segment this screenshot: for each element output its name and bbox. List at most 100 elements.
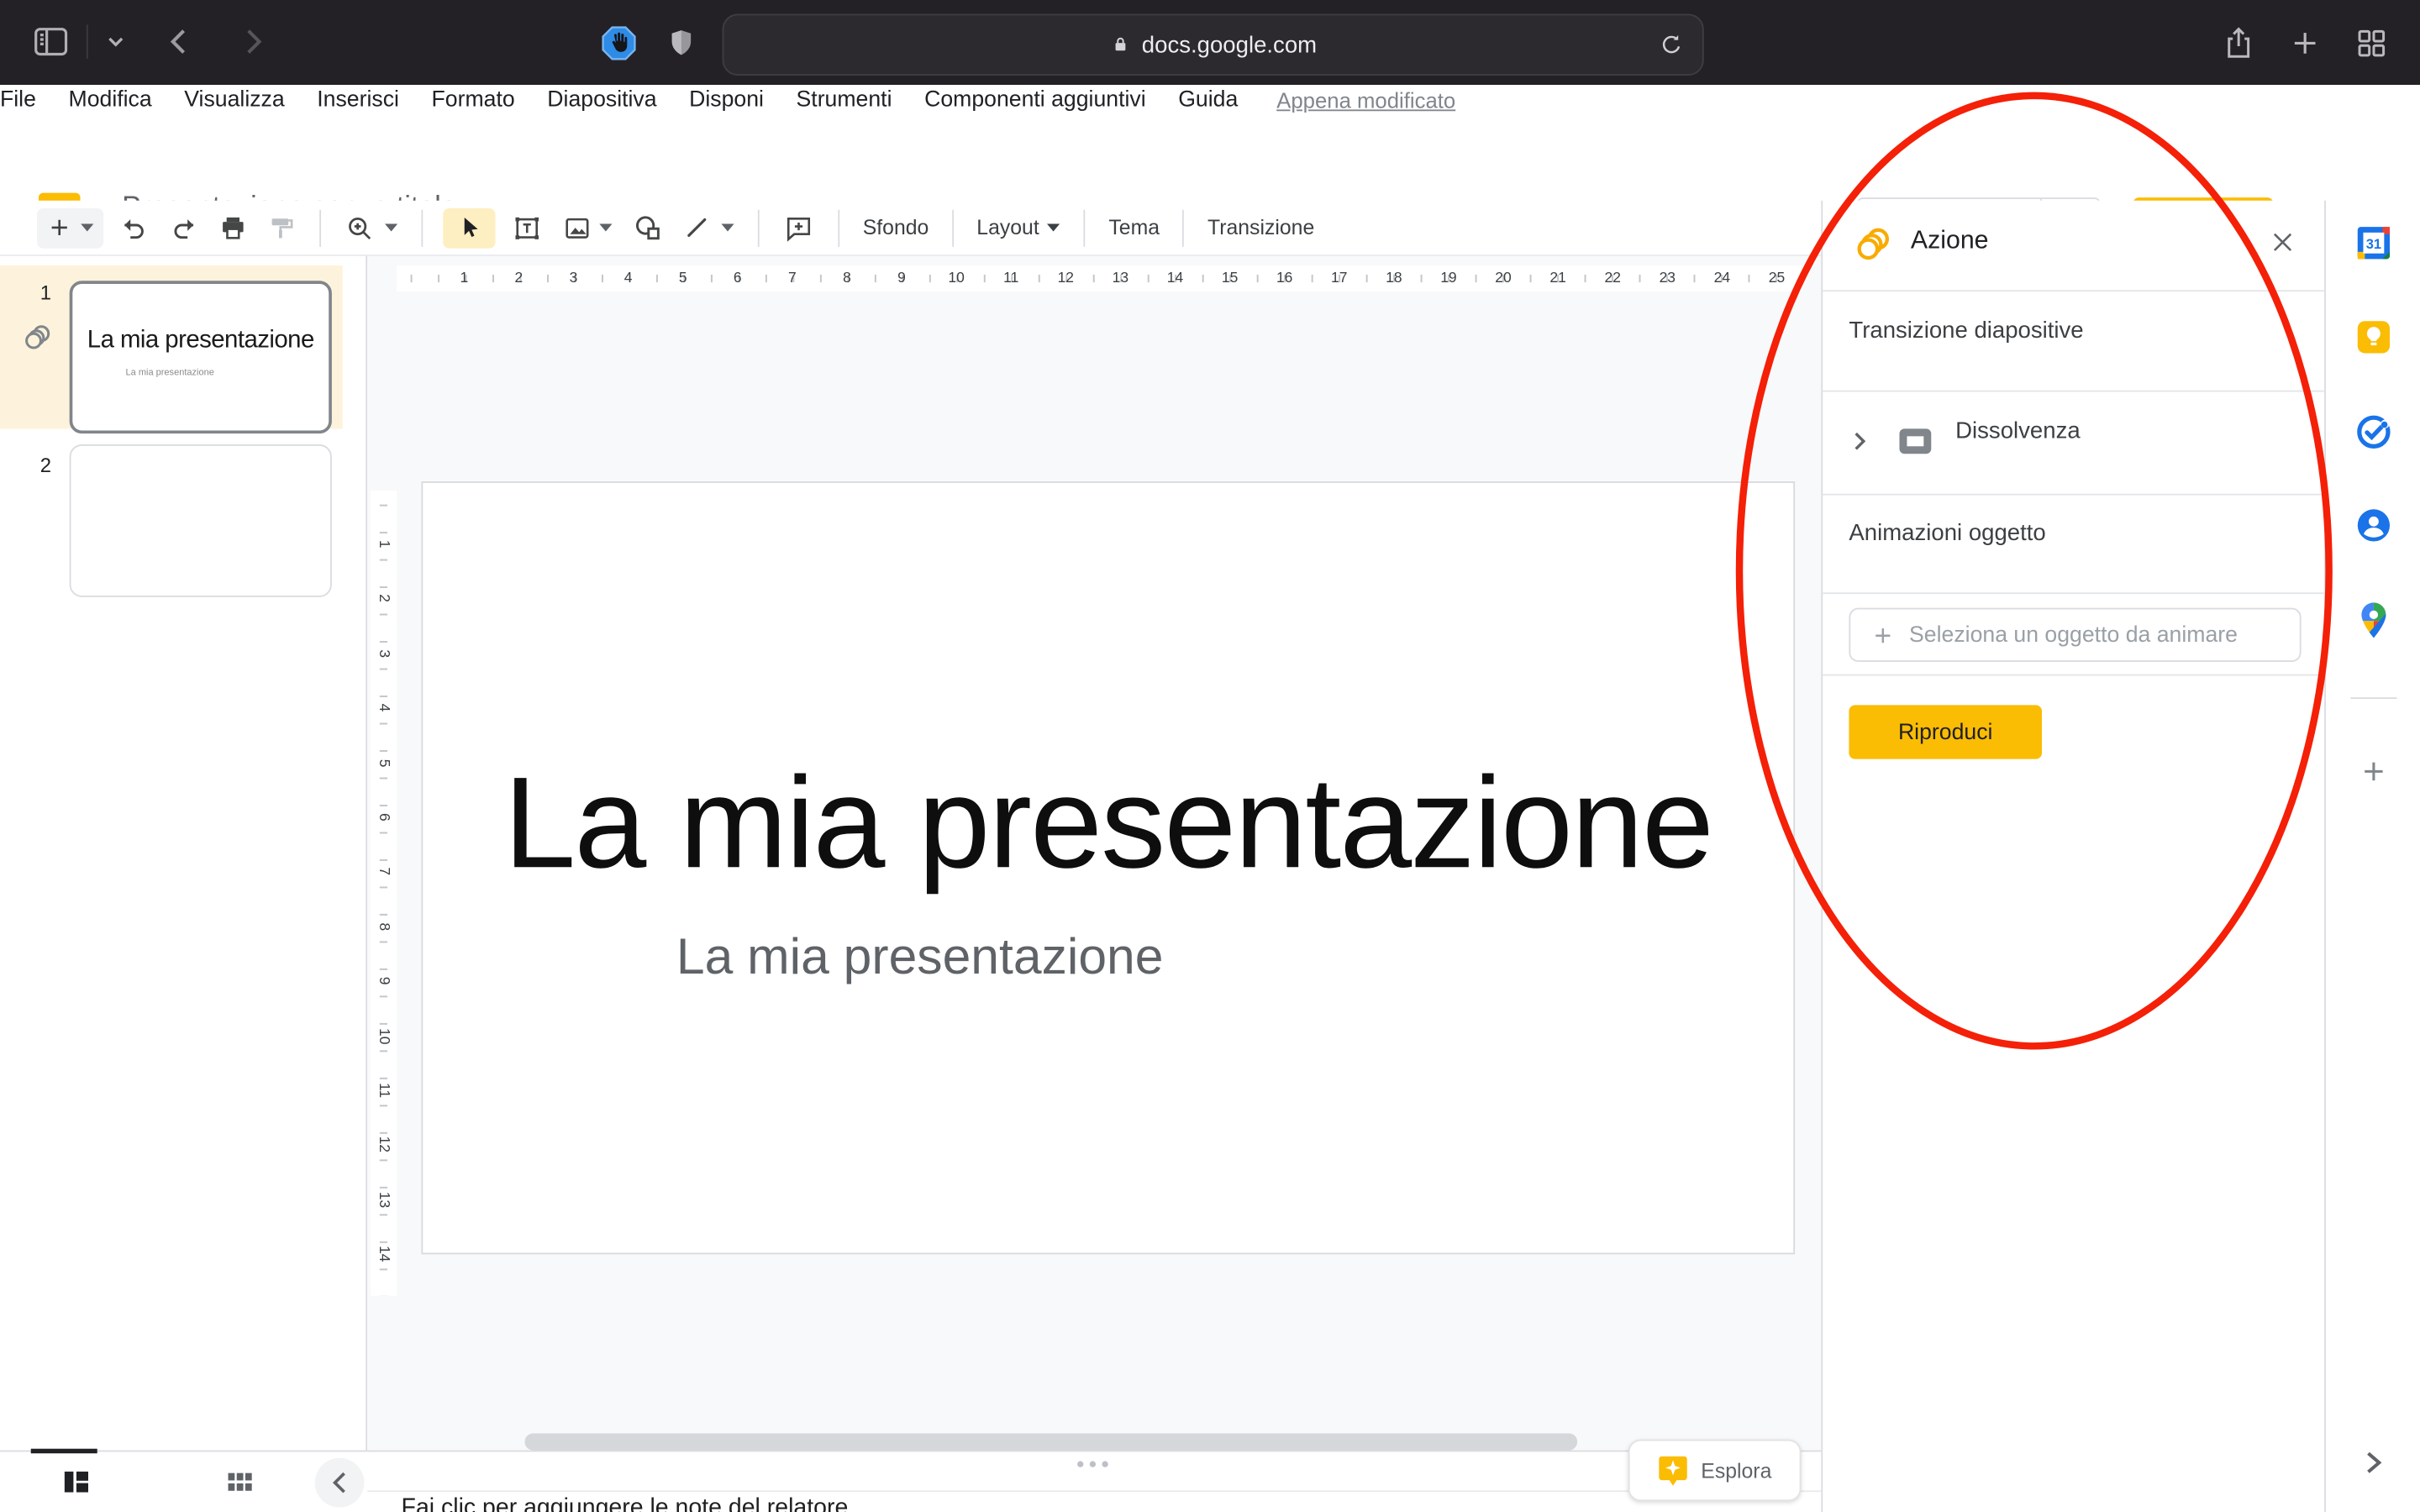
- expand-panel-icon[interactable]: [2365, 1451, 2381, 1475]
- image-icon[interactable]: [559, 207, 596, 248]
- ruler-number: 5: [356, 749, 411, 775]
- line-icon[interactable]: [679, 207, 714, 248]
- line-dropdown[interactable]: [718, 207, 738, 248]
- ruler-number: 12: [1039, 265, 1093, 291]
- filmstrip-view-icon[interactable]: [59, 1464, 94, 1499]
- slide-row-selected[interactable]: 1 La mia presentazione La mia presentazi…: [0, 265, 343, 429]
- active-view-indicator: [31, 1449, 97, 1454]
- transition-value[interactable]: Dissolvenza: [1955, 418, 2081, 444]
- theme-button[interactable]: Tema: [1099, 216, 1169, 239]
- menu-modifica[interactable]: Modifica: [69, 88, 152, 113]
- ruler-number: 4: [356, 695, 411, 721]
- horizontal-scrollbar[interactable]: [524, 1433, 1577, 1450]
- last-modified-link[interactable]: Appena modificato: [1276, 88, 1455, 113]
- select-tool-icon[interactable]: [443, 207, 495, 248]
- undo-icon[interactable]: [116, 207, 153, 248]
- menu-componenti-aggiuntivi[interactable]: Componenti aggiuntivi: [924, 88, 1146, 113]
- explore-button[interactable]: Esplora: [1628, 1440, 1802, 1501]
- address-bar[interactable]: docs.google.com: [723, 14, 1704, 76]
- toolbar: Sfondo Layout Tema Transizione: [0, 201, 1821, 256]
- ruler-number: 20: [1476, 265, 1530, 291]
- ruler-number: 12: [356, 1131, 411, 1158]
- notes-resize-handle[interactable]: [1077, 1461, 1108, 1467]
- tasks-icon[interactable]: [2353, 412, 2393, 452]
- horizontal-ruler: 1234567891011121314151617181920212223242…: [397, 265, 1802, 291]
- application-window: docs.google.com Presentazione senza tito…: [0, 0, 2420, 1512]
- collapse-filmstrip-button[interactable]: [315, 1458, 365, 1508]
- sidebar-toggle-icon[interactable]: [31, 22, 71, 62]
- play-label: Riproduci: [1898, 720, 1993, 744]
- background-button[interactable]: Sfondo: [854, 216, 939, 239]
- transition-slide-icon[interactable]: [1896, 421, 1936, 461]
- calendar-icon[interactable]: 31: [2354, 223, 2392, 262]
- close-icon[interactable]: [2269, 228, 2296, 256]
- ruler-number: 15: [1202, 265, 1257, 291]
- reload-icon[interactable]: [1658, 31, 1686, 59]
- transition-button[interactable]: Transizione: [1198, 216, 1323, 239]
- ruler-number: 18: [1366, 265, 1421, 291]
- add-comment-icon[interactable]: [780, 207, 818, 248]
- ruler-number: 4: [601, 265, 655, 291]
- forward-icon[interactable]: [236, 22, 270, 62]
- animations-section-label: Animazioni oggetto: [1849, 520, 2045, 546]
- panel-title: Azione: [1911, 227, 1989, 256]
- image-dropdown[interactable]: [596, 207, 616, 248]
- menu-file[interactable]: File: [0, 88, 36, 113]
- print-icon[interactable]: [214, 207, 251, 248]
- ruler-number: 16: [1257, 265, 1312, 291]
- animation-indicator-icon[interactable]: [22, 321, 55, 354]
- thumb-title: La mia presentazione: [72, 327, 329, 354]
- menu-inserisci[interactable]: Inserisci: [317, 88, 399, 113]
- ruler-number: 2: [492, 265, 546, 291]
- tab-overview-icon[interactable]: [2354, 24, 2389, 64]
- select-object-button[interactable]: Seleziona un oggetto da animare: [1849, 608, 2301, 662]
- side-apps-rail: 31: [2324, 201, 2420, 1512]
- explore-icon: [1658, 1453, 1689, 1487]
- slide-subtitle-text[interactable]: La mia presentazione: [423, 927, 1417, 986]
- shape-icon[interactable]: [629, 207, 667, 248]
- menu-strumenti[interactable]: Strumenti: [797, 88, 892, 113]
- slide-thumbnail-2[interactable]: [70, 444, 332, 597]
- ruler-number: 8: [356, 913, 411, 939]
- shield-icon[interactable]: [666, 24, 698, 61]
- ruler-number: 21: [1531, 265, 1586, 291]
- ruler-number: 7: [356, 858, 411, 885]
- ruler-number: 11: [984, 265, 1039, 291]
- slide-title-text[interactable]: La mia presentazione: [423, 758, 1793, 887]
- chevron-right-icon[interactable]: [1844, 426, 1876, 457]
- paint-format-icon[interactable]: [264, 207, 299, 248]
- layout-button[interactable]: Layout: [967, 216, 1070, 239]
- chevron-down-icon[interactable]: [103, 22, 128, 62]
- menu-disponi[interactable]: Disponi: [689, 88, 764, 113]
- select-object-label: Seleziona un oggetto da animare: [1909, 622, 2238, 647]
- ruler-number: 19: [1421, 265, 1476, 291]
- new-tab-icon[interactable]: [2287, 24, 2323, 64]
- play-button[interactable]: Riproduci: [1849, 705, 2042, 759]
- keep-icon[interactable]: [2354, 318, 2392, 356]
- notes-placeholder[interactable]: Fai clic per aggiungere le note del rela…: [402, 1495, 849, 1512]
- ruler-number: 9: [356, 968, 411, 994]
- menu-diapositiva[interactable]: Diapositiva: [547, 88, 656, 113]
- grid-view-icon[interactable]: [222, 1464, 257, 1499]
- menu-visualizza[interactable]: Visualizza: [184, 88, 284, 113]
- ruler-number: 14: [1148, 265, 1202, 291]
- url-text: docs.google.com: [1142, 32, 1317, 58]
- redo-icon[interactable]: [166, 207, 203, 248]
- ruler-number: 3: [356, 640, 411, 666]
- contacts-icon[interactable]: [2354, 506, 2392, 544]
- back-icon[interactable]: [162, 22, 196, 62]
- menu-formato[interactable]: Formato: [432, 88, 515, 113]
- slide-number: 2: [40, 454, 51, 477]
- text-box-icon[interactable]: [508, 207, 546, 248]
- share-icon[interactable]: [2221, 24, 2256, 64]
- zoom-dropdown[interactable]: [381, 207, 402, 248]
- menu-guida[interactable]: Guida: [1178, 88, 1238, 113]
- content-blocker-icon[interactable]: [599, 24, 639, 64]
- add-addon-icon[interactable]: [2358, 756, 2389, 787]
- new-slide-button[interactable]: [37, 207, 103, 248]
- menu-bar: File Modifica Visualizza Inserisci Forma…: [0, 85, 2420, 116]
- slide-thumbnail-1[interactable]: La mia presentazione La mia presentazion…: [70, 281, 332, 433]
- maps-icon[interactable]: [2354, 600, 2392, 642]
- slide-editor[interactable]: La mia presentazione La mia presentazion…: [421, 481, 1795, 1254]
- zoom-icon[interactable]: [341, 207, 378, 248]
